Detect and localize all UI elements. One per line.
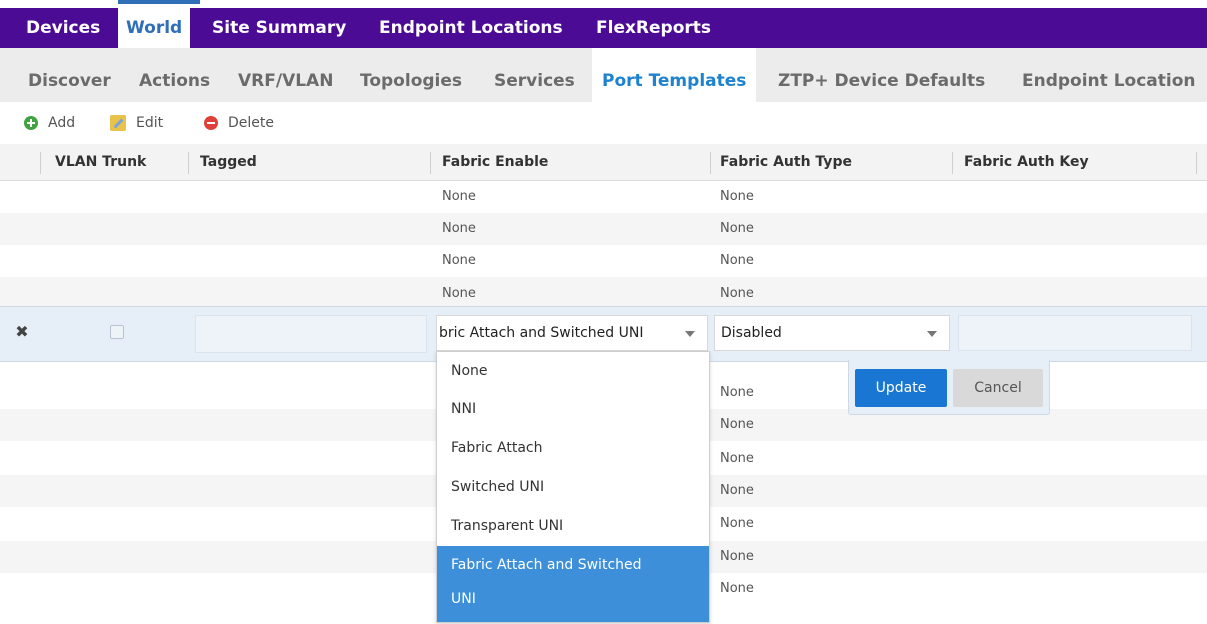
fabric-enable-cell: None: [442, 253, 476, 268]
edit-icon: [110, 115, 126, 131]
fabric-auth-type-cell: None: [720, 516, 754, 531]
option-label-line2: UNI: [451, 591, 476, 607]
column-separator[interactable]: [430, 152, 431, 174]
dropdown-option-transparent-uni[interactable]: Transparent UNI: [437, 507, 709, 546]
delete-label: Delete: [228, 115, 274, 131]
add-icon: [24, 116, 38, 130]
grid-header: VLAN Trunk Tagged Fabric Enable Fabric A…: [0, 144, 1207, 181]
active-tab-accent: [118, 0, 200, 4]
table-row[interactable]: None None: [0, 277, 1207, 307]
fabric-enable-select[interactable]: bric Attach and Switched UNI: [436, 315, 708, 351]
dropdown-option-nni[interactable]: NNI: [437, 390, 709, 429]
option-label-line1: Fabric Attach and Switched: [451, 557, 642, 573]
subtab-port-templates[interactable]: Port Templates: [592, 48, 757, 102]
dropdown-option-none[interactable]: None: [437, 352, 709, 390]
fabric-auth-type-cell: None: [720, 253, 754, 268]
fabric-enable-select-value: bric Attach and Switched UNI: [439, 325, 644, 341]
edit-label: Edit: [136, 115, 164, 131]
column-header-tagged[interactable]: Tagged: [200, 144, 257, 180]
caret-down-icon: [927, 331, 937, 337]
subtab-vrf-vlan[interactable]: VRF/VLAN: [238, 48, 333, 102]
row-editor-actions: Update Cancel: [848, 360, 1050, 415]
fabric-enable-cell: None: [442, 221, 476, 236]
dropdown-option-fabric-attach[interactable]: Fabric Attach: [437, 429, 709, 468]
toolbar: Add Edit Delete: [0, 102, 1207, 144]
subtab-topologies[interactable]: Topologies: [360, 48, 462, 102]
column-separator[interactable]: [710, 152, 711, 174]
fabric-auth-type-cell: None: [720, 417, 754, 432]
caret-down-icon: [685, 331, 695, 337]
subtab-actions[interactable]: Actions: [139, 48, 210, 102]
tab-devices[interactable]: Devices: [26, 8, 100, 48]
sub-nav: Discover Actions VRF/VLAN Topologies Ser…: [0, 48, 1207, 102]
subtab-ztp-device-defaults[interactable]: ZTP+ Device Defaults: [778, 48, 985, 102]
tab-flexreports[interactable]: FlexReports: [596, 8, 711, 48]
fabric-auth-type-cell: None: [720, 451, 754, 466]
fabric-auth-type-cell: None: [720, 189, 754, 204]
tagged-input[interactable]: [195, 315, 427, 353]
tab-endpoint-locations[interactable]: Endpoint Locations: [379, 8, 563, 48]
column-header-fabric-enable[interactable]: Fabric Enable: [442, 144, 548, 180]
fabric-auth-type-select-value: Disabled: [721, 325, 782, 341]
tab-world[interactable]: World: [118, 8, 191, 48]
delete-icon: [204, 116, 218, 130]
close-icon[interactable]: ✖: [12, 321, 32, 343]
top-accent-strip: [0, 0, 1207, 8]
dropdown-option-fabric-attach-switched-uni[interactable]: Fabric Attach and Switched UNI: [437, 546, 709, 622]
update-button[interactable]: Update: [855, 369, 947, 407]
vlan-trunk-checkbox[interactable]: [110, 325, 124, 339]
fabric-auth-key-input[interactable]: [958, 315, 1192, 351]
fabric-enable-cell: None: [442, 189, 476, 204]
fabric-auth-type-cell: None: [720, 549, 754, 564]
fabric-auth-type-cell: None: [720, 581, 754, 596]
column-separator[interactable]: [40, 152, 41, 174]
cancel-button[interactable]: Cancel: [953, 369, 1043, 407]
fabric-auth-type-cell: None: [720, 286, 754, 301]
column-separator[interactable]: [188, 152, 189, 174]
subtab-endpoint-location[interactable]: Endpoint Location: [1022, 48, 1196, 102]
fabric-auth-type-select[interactable]: Disabled: [714, 315, 950, 351]
dropdown-option-switched-uni[interactable]: Switched UNI: [437, 468, 709, 507]
column-header-fabric-auth-key[interactable]: Fabric Auth Key: [964, 144, 1089, 180]
edit-button[interactable]: Edit: [110, 112, 163, 134]
add-label: Add: [48, 115, 76, 131]
top-nav: Devices World Site Summary Endpoint Loca…: [0, 8, 1207, 48]
add-button[interactable]: Add: [24, 112, 75, 134]
tab-site-summary[interactable]: Site Summary: [212, 8, 346, 48]
column-separator[interactable]: [1196, 152, 1197, 174]
column-separator[interactable]: [952, 152, 953, 174]
subtab-discover[interactable]: Discover: [28, 48, 111, 102]
fabric-auth-type-cell: None: [720, 385, 754, 400]
fabric-auth-type-cell: None: [720, 483, 754, 498]
table-row[interactable]: None None: [0, 181, 1207, 213]
fabric-enable-dropdown: None NNI Fabric Attach Switched UNI Tran…: [436, 351, 710, 623]
fabric-auth-type-cell: None: [720, 221, 754, 236]
column-header-fabric-auth-type[interactable]: Fabric Auth Type: [720, 144, 852, 180]
table-row[interactable]: None None: [0, 245, 1207, 277]
fabric-enable-cell: None: [442, 286, 476, 301]
table-row[interactable]: None None: [0, 213, 1207, 245]
column-header-vlan-trunk[interactable]: VLAN Trunk: [55, 144, 146, 180]
delete-button[interactable]: Delete: [204, 112, 274, 134]
subtab-services[interactable]: Services: [494, 48, 575, 102]
